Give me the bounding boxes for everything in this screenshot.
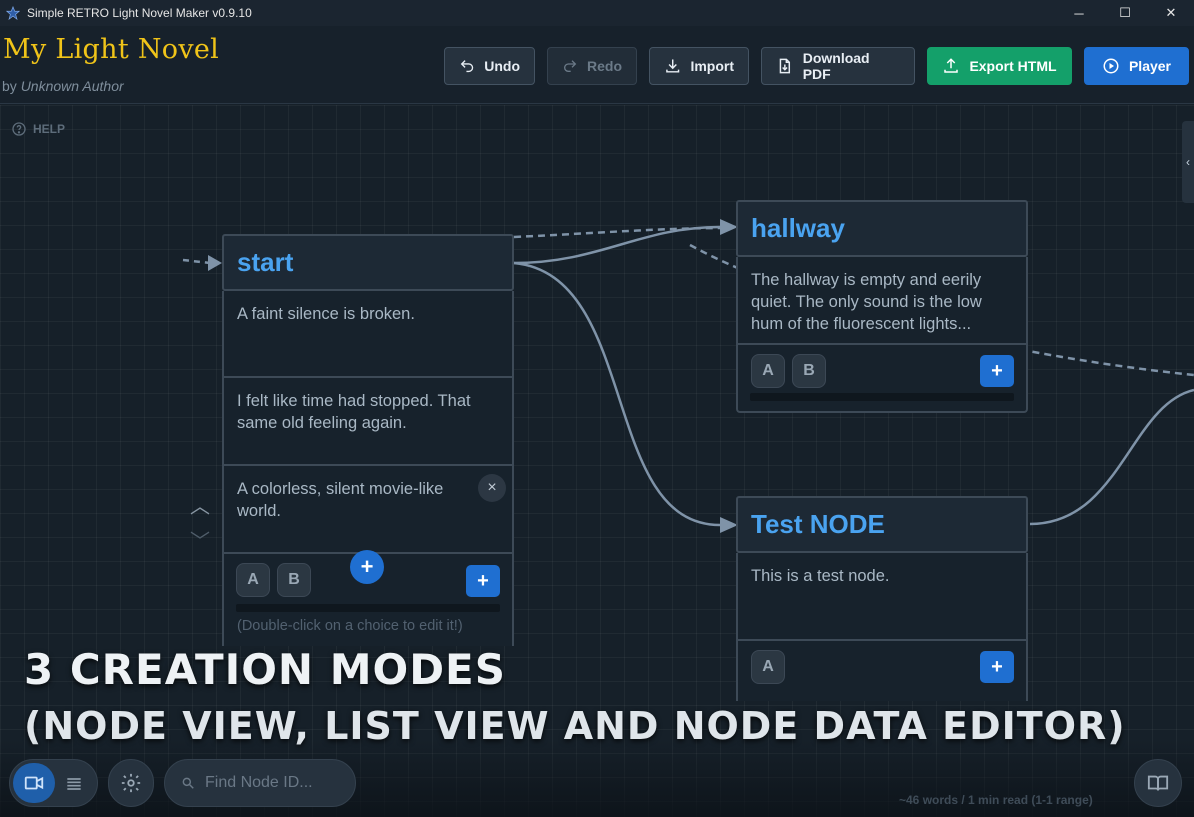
node-hallway[interactable]: hallway The hallway is empty and eerily … — [736, 200, 1028, 413]
player-label: Player — [1128, 58, 1172, 74]
redo-label: Redo — [587, 58, 622, 74]
import-label: Import — [690, 58, 734, 74]
open-book-icon — [1147, 775, 1169, 791]
search-icon — [182, 777, 194, 789]
book-button[interactable] — [1134, 759, 1182, 807]
toolbar: Undo Redo Import Download PDF Export HTM… — [444, 47, 1189, 85]
byline: by Unknown Author — [2, 78, 124, 94]
app-header: My Light Novel by Unknown Author Undo Re… — [0, 26, 1194, 104]
export-html-button[interactable]: Export HTML — [927, 47, 1072, 85]
scene-1[interactable]: A faint silence is broken. — [224, 291, 512, 378]
redo-icon — [564, 60, 577, 72]
edit-hint: (Double-click on a choice to edit it!) — [237, 618, 463, 634]
hallway-add-choice-button[interactable]: + — [980, 355, 1014, 387]
list-view-button[interactable] — [62, 772, 86, 796]
caption-line-1: 3 CREATION MODES — [24, 645, 506, 694]
settings-button[interactable] — [108, 759, 154, 807]
wire-start-test — [513, 261, 721, 527]
novel-title[interactable]: My Light Novel — [3, 34, 219, 65]
test-choice-a[interactable]: A — [751, 650, 785, 684]
window-title: Simple RETRO Light Novel Maker v0.9.10 — [27, 6, 252, 20]
undo-icon — [460, 60, 474, 73]
file-download-icon — [779, 58, 791, 74]
node-test-body: This is a test node. A + — [736, 553, 1028, 701]
word-count: ~46 words / 1 min read (1-1 range) — [899, 793, 1093, 807]
wire-test-out — [1029, 388, 1194, 526]
author-name[interactable]: Unknown Author — [21, 78, 124, 94]
node-test-title[interactable]: Test NODE — [736, 496, 1028, 553]
undo-button[interactable]: Undo — [444, 47, 535, 85]
maximize-button[interactable]: ☐ — [1102, 0, 1148, 26]
node-progress-bar — [236, 604, 500, 612]
hallway-choice-b[interactable]: B — [792, 354, 826, 388]
close-window-button[interactable]: ✕ — [1148, 0, 1194, 26]
minimize-button[interactable]: ─ — [1056, 0, 1102, 26]
export-html-label: Export HTML — [969, 58, 1057, 74]
node-start-body: A faint silence is broken. I felt like t… — [222, 291, 514, 646]
wire-entry-start — [182, 258, 211, 265]
import-button[interactable]: Import — [649, 47, 749, 85]
list-icon — [67, 778, 81, 790]
app-star-icon — [6, 6, 20, 20]
player-button[interactable]: Player — [1084, 47, 1189, 85]
add-scene-button[interactable]: + — [350, 550, 384, 584]
wire-dashed-start-hallway — [513, 226, 729, 239]
move-down-icon[interactable]: ﹀ — [190, 525, 210, 554]
test-scene-1[interactable]: This is a test node. — [738, 553, 1026, 641]
undo-label: Undo — [484, 58, 520, 74]
video-camera-icon — [24, 776, 44, 790]
test-add-choice-button[interactable]: + — [980, 651, 1014, 683]
test-choices-area: A + — [738, 641, 1026, 701]
scene-2[interactable]: I felt like time had stopped. That same … — [224, 378, 512, 466]
choice-b-chip[interactable]: B — [277, 563, 311, 597]
scene-3[interactable]: A colorless, silent movie-like world. × — [224, 466, 512, 554]
redo-button[interactable]: Redo — [547, 47, 637, 85]
hallway-choices-area: A B + — [738, 345, 1026, 411]
by-label: by — [2, 78, 17, 94]
upload-icon — [944, 58, 959, 73]
node-hallway-body: The hallway is empty and eerily quiet. T… — [736, 257, 1028, 413]
node-start-title[interactable]: start — [222, 234, 514, 291]
add-choice-button[interactable]: + — [466, 565, 500, 597]
hallway-scene-1[interactable]: The hallway is empty and eerily quiet. T… — [738, 257, 1026, 345]
search-input[interactable] — [205, 774, 345, 792]
choice-a-chip[interactable]: A — [236, 563, 270, 597]
download-pdf-label: Download PDF — [802, 50, 870, 82]
play-circle-icon — [1103, 58, 1119, 74]
gear-icon — [121, 773, 141, 793]
move-up-icon[interactable]: ︿ — [190, 490, 210, 519]
node-search — [164, 759, 356, 807]
download-pdf-button[interactable]: Download PDF — [761, 47, 915, 85]
delete-scene-button[interactable]: × — [478, 474, 506, 502]
node-test[interactable]: Test NODE This is a test node. A + — [736, 496, 1028, 701]
node-start[interactable]: start A faint silence is broken. I felt … — [222, 234, 514, 646]
window-titlebar: Simple RETRO Light Novel Maker v0.9.10 ─… — [0, 0, 1194, 26]
node-view-button[interactable] — [13, 763, 55, 803]
hallway-progress-bar — [750, 393, 1014, 401]
download-icon — [666, 59, 680, 73]
arrowhead-start-entry — [208, 255, 222, 271]
hallway-choice-a[interactable]: A — [751, 354, 785, 388]
node-hallway-title[interactable]: hallway — [736, 200, 1028, 257]
scene-3-text: A colorless, silent movie-like world. — [237, 480, 444, 520]
view-mode-toggle — [9, 759, 98, 807]
